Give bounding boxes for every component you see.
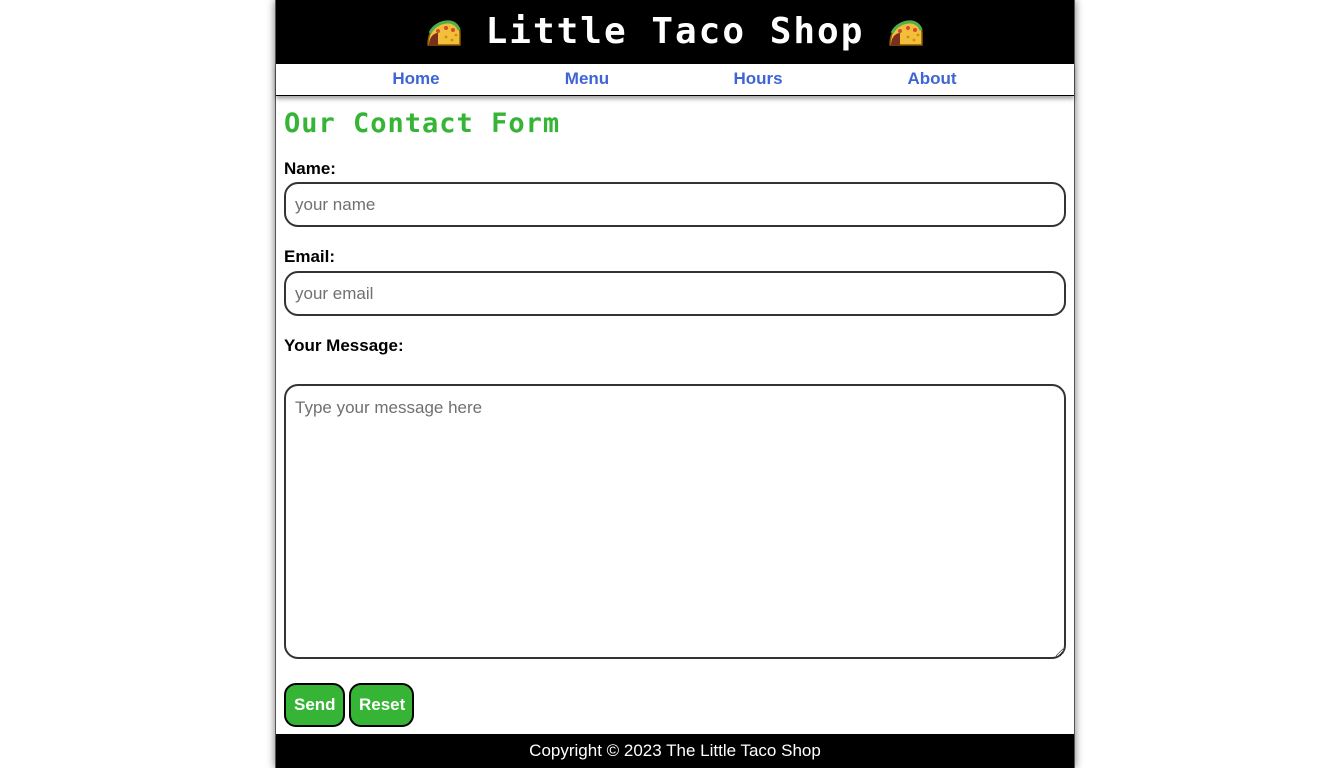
send-button[interactable]: Send	[284, 683, 345, 727]
brand: Little Taco Shop	[426, 14, 925, 50]
page-title: Our Contact Form	[284, 108, 561, 139]
message-textarea[interactable]	[284, 384, 1066, 659]
message-label: Your Message:	[284, 336, 404, 355]
site-title: Little Taco Shop	[485, 11, 865, 52]
site-header: Little Taco Shop	[276, 0, 1074, 64]
page-container: Little Taco Shop Home Menu Hours About O…	[275, 0, 1075, 768]
copyright-text: Copyright © 2023 The Little Taco Shop	[529, 741, 821, 760]
nav-link-home[interactable]: Home	[392, 69, 439, 89]
taco-icon	[426, 18, 462, 46]
site-footer: Copyright © 2023 The Little Taco Shop	[276, 734, 1074, 768]
nav-link-menu[interactable]: Menu	[565, 69, 609, 89]
main-nav: Home Menu Hours About	[276, 64, 1074, 96]
reset-button[interactable]: Reset	[349, 683, 414, 727]
name-label: Name:	[284, 159, 336, 178]
nav-link-hours[interactable]: Hours	[733, 69, 782, 89]
nav-link-about[interactable]: About	[907, 69, 956, 89]
email-label: Email:	[284, 247, 336, 266]
name-input[interactable]	[284, 182, 1066, 227]
email-input[interactable]	[284, 271, 1066, 316]
taco-icon	[888, 18, 924, 46]
